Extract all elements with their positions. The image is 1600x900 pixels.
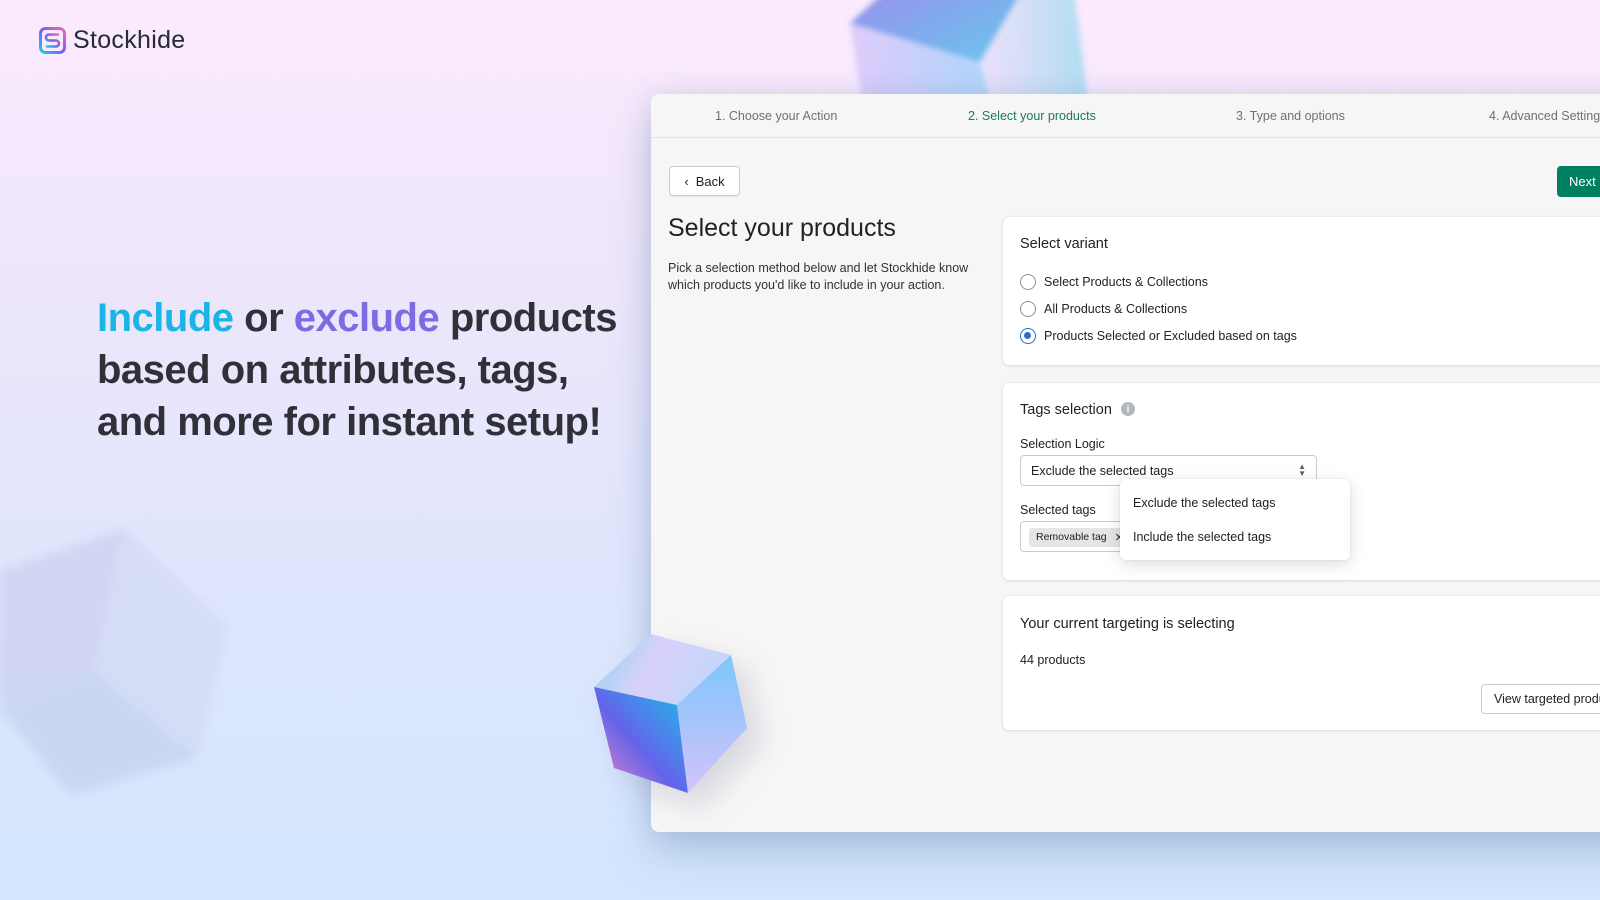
headline-include-word: Include: [97, 296, 234, 340]
view-targeted-products-button[interactable]: View targeted products: [1481, 684, 1600, 714]
radio-button[interactable]: [1020, 301, 1036, 317]
select-variant-card: Select variant Select Products & Collect…: [1003, 217, 1600, 365]
info-icon[interactable]: i: [1121, 402, 1135, 416]
targeting-summary-card: Your current targeting is selecting 44 p…: [1003, 596, 1600, 730]
back-label: Back: [695, 173, 725, 189]
tag-label: Removable tag: [1036, 531, 1107, 543]
selection-logic-dropdown: Exclude the selected tags Include the se…: [1120, 479, 1350, 560]
dropdown-option-exclude[interactable]: Exclude the selected tags: [1133, 496, 1275, 510]
radio-label: All Products & Collections: [1044, 302, 1188, 316]
next-button[interactable]: Next: [1557, 166, 1600, 197]
chevron-left-icon: ‹: [684, 173, 689, 189]
wizard-steps: 1. Choose your Action 2. Select your pro…: [651, 94, 1600, 138]
headline-or-word: or: [233, 296, 294, 340]
card-title: Your current targeting is selecting: [1020, 616, 1235, 632]
radio-label: Products Selected or Excluded based on t…: [1044, 329, 1297, 343]
selected-tags-label: Selected tags: [1020, 503, 1096, 517]
selection-logic-label: Selection Logic: [1020, 437, 1105, 451]
app-window: 1. Choose your Action 2. Select your pro…: [651, 94, 1600, 832]
page-description: Pick a selection method below and let St…: [668, 261, 969, 292]
tag-chip: Removable tag ✕: [1029, 527, 1131, 547]
brand-name: Stockhide: [73, 26, 186, 54]
radio-label: Select Products & Collections: [1044, 275, 1208, 289]
radio-select-products-collections[interactable]: Select Products & Collections: [1020, 274, 1208, 290]
step-select-products[interactable]: 2. Select your products: [968, 109, 1096, 123]
select-arrows-icon: ▲ ▼: [1298, 462, 1306, 478]
stockhide-logo-icon: [39, 27, 66, 54]
radio-tags-based[interactable]: Products Selected or Excluded based on t…: [1020, 328, 1297, 344]
decorative-cube-top: [850, 0, 1088, 100]
marketing-headline: Include or exclude products based on att…: [97, 292, 637, 448]
page-title: Select your products: [668, 214, 896, 242]
step-advanced-settings[interactable]: 4. Advanced Settings: [1489, 109, 1600, 123]
card-title: Select variant: [1020, 236, 1108, 252]
step-type-options[interactable]: 3. Type and options: [1236, 109, 1345, 123]
dropdown-option-include[interactable]: Include the selected tags: [1133, 530, 1271, 544]
brand-logo: Stockhide: [39, 26, 186, 55]
select-value: Exclude the selected tags: [1031, 464, 1174, 478]
product-count: 44 products: [1020, 653, 1086, 667]
card-title: Tags selection: [1020, 402, 1112, 418]
decorative-cube-left: [0, 528, 228, 795]
headline-exclude-word: exclude: [293, 296, 440, 340]
step-choose-action[interactable]: 1. Choose your Action: [715, 109, 837, 123]
radio-button-checked[interactable]: [1020, 328, 1036, 344]
radio-all-products-collections[interactable]: All Products & Collections: [1020, 301, 1187, 317]
radio-button[interactable]: [1020, 274, 1036, 290]
decorative-cube-foreground: [594, 634, 747, 793]
back-button[interactable]: ‹ Back: [669, 166, 740, 196]
